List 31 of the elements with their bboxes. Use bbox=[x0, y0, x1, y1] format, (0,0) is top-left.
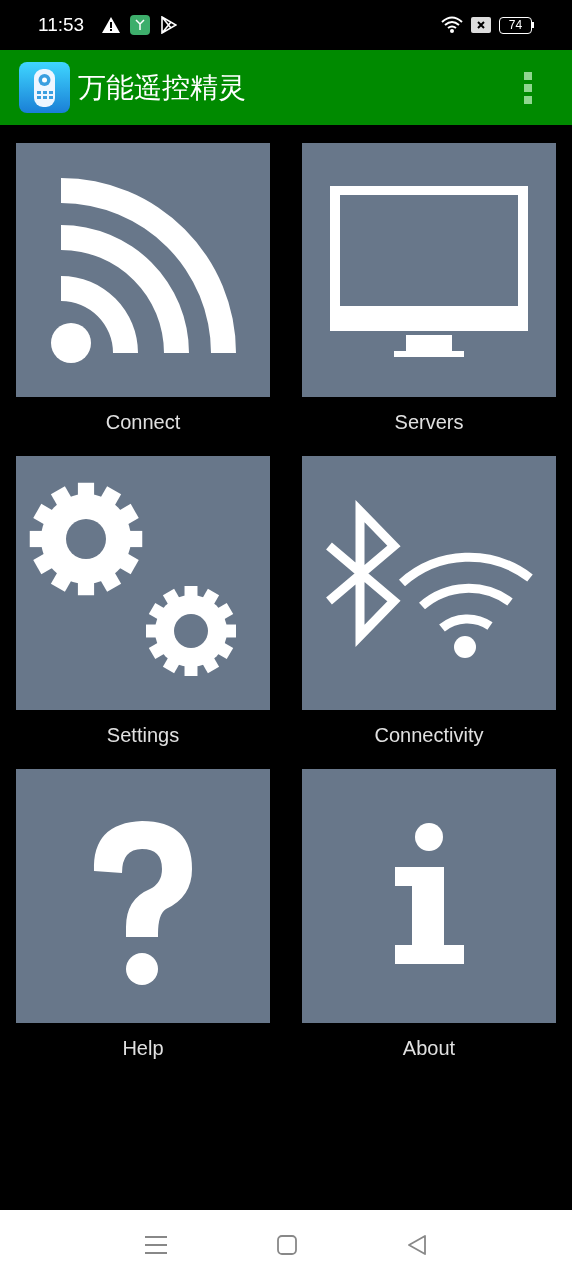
tile-label[interactable]: Connectivity bbox=[374, 710, 484, 764]
tile-label[interactable]: Servers bbox=[394, 397, 464, 451]
warning-icon bbox=[102, 17, 120, 33]
menu-tile[interactable] bbox=[302, 456, 556, 710]
no-sim-icon bbox=[471, 17, 491, 33]
wifi-signal-icon bbox=[51, 178, 236, 363]
gears-icon bbox=[29, 482, 236, 676]
tile-label[interactable]: Settings bbox=[106, 710, 180, 764]
tile-label[interactable]: Help bbox=[122, 1023, 164, 1077]
menu-tile[interactable] bbox=[16, 456, 270, 710]
menu-tile[interactable] bbox=[16, 143, 270, 397]
question-mark-icon bbox=[94, 821, 192, 985]
menu-tile[interactable] bbox=[302, 769, 556, 1023]
home-nav-icon[interactable] bbox=[277, 1235, 297, 1255]
wifi-icon bbox=[441, 16, 465, 34]
menu-tile[interactable] bbox=[16, 769, 270, 1023]
menu-tile[interactable] bbox=[302, 143, 556, 397]
back-nav-icon[interactable] bbox=[407, 1235, 427, 1255]
status-time: 11:53 bbox=[38, 12, 86, 37]
bluetooth-wifi-icon bbox=[326, 499, 533, 658]
monitor-icon bbox=[330, 186, 528, 357]
menu-nav-icon[interactable] bbox=[145, 1235, 167, 1255]
play-store-icon bbox=[160, 16, 177, 34]
tile-label[interactable]: About bbox=[402, 1023, 456, 1077]
app-title: 万能遥控精灵 bbox=[78, 70, 246, 105]
tile-label[interactable]: Connect bbox=[105, 397, 181, 451]
battery-indicator: 74 bbox=[499, 16, 532, 34]
remote-control-icon bbox=[19, 62, 70, 113]
info-icon bbox=[395, 823, 464, 964]
overflow-menu-button[interactable] bbox=[522, 69, 534, 106]
app-notification-icon bbox=[130, 15, 150, 35]
